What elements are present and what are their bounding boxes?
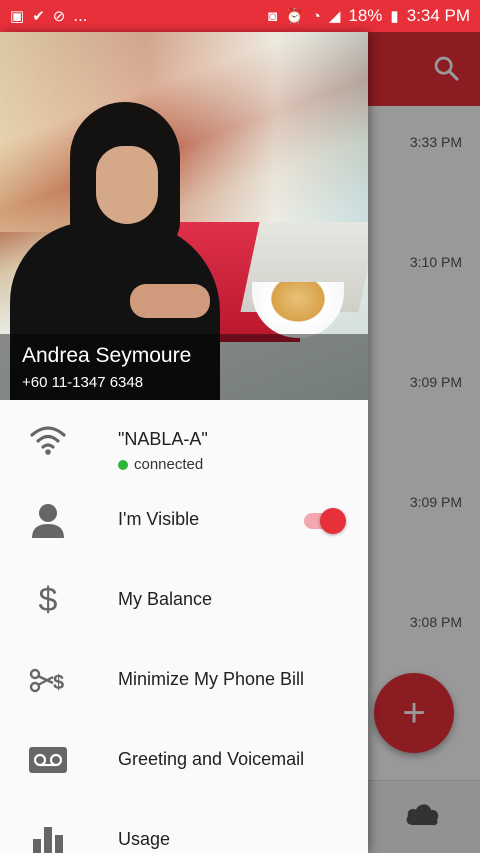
- menu-item-label: My Balance: [118, 589, 213, 609]
- profile-phone-number: +60 11-1347 6348: [22, 374, 144, 391]
- svg-text:$: $: [53, 672, 64, 694]
- wifi-status-text: connected: [134, 456, 204, 473]
- battery-icon: ▮: [390, 7, 399, 25]
- visible-toggle[interactable]: [300, 508, 346, 534]
- drawer-menu: "NABLA-A" connected I'm Visible $ My Bal…: [0, 400, 368, 853]
- status-bar-left: ▣ ✔ ⊘ ...: [10, 6, 88, 26]
- menu-item-label: Greeting and Voicemail: [118, 749, 305, 769]
- android-icon: ◙: [268, 7, 278, 25]
- connected-dot-icon: [118, 459, 128, 470]
- menu-item-label: I'm Visible: [118, 509, 200, 529]
- muted-icon: ⊘: [52, 7, 66, 25]
- menu-item-balance[interactable]: $ My Balance: [0, 560, 368, 640]
- menu-item-label: Minimize My Phone Bill: [118, 669, 305, 689]
- signal-icon: ◢: [328, 7, 341, 25]
- alarm-icon: ⏰: [285, 7, 304, 25]
- profile-photo-face: [96, 146, 158, 224]
- status-bar: ▣ ✔ ⊘ ... ◙ ⏰ ◔ ◢ 18% ▮ 3:34 PM: [0, 0, 480, 32]
- scissors-dollar-icon: $: [28, 660, 68, 700]
- status-bar-right: ◙ ⏰ ◔ ◢ 18% ▮ 3:34 PM: [268, 6, 470, 26]
- status-time: 3:34 PM: [406, 6, 470, 25]
- menu-item-label: Usage: [118, 829, 171, 849]
- menu-item-visible[interactable]: I'm Visible: [0, 480, 368, 560]
- wifi-icon: [28, 420, 68, 460]
- drawer-header: Andrea Seymoure +60 11-1347 6348: [0, 32, 368, 400]
- menu-item-minimize-bill[interactable]: $ Minimize My Phone Bill: [0, 640, 368, 720]
- usage-icon: [28, 820, 68, 853]
- gallery-icon: ▣: [10, 7, 25, 25]
- toggle-thumb: [320, 508, 346, 534]
- wifi-status: connected: [118, 456, 203, 473]
- navigation-drawer: Andrea Seymoure +60 11-1347 6348 "NABLA-…: [0, 32, 368, 853]
- voicemail-icon: [28, 740, 68, 780]
- battery-percent: 18%: [348, 6, 383, 25]
- menu-item-usage[interactable]: Usage: [0, 800, 368, 853]
- person-icon: [28, 500, 68, 540]
- profile-name: Andrea Seymoure: [22, 344, 192, 367]
- menu-item-wifi[interactable]: "NABLA-A" connected: [0, 400, 368, 480]
- dollar-icon: $: [38, 580, 58, 619]
- wifi-status-icon: ◔: [311, 7, 321, 25]
- menu-item-label: "NABLA-A": [118, 429, 208, 449]
- profile-photo-hands: [130, 284, 210, 318]
- download-done-icon: ✔: [32, 7, 45, 25]
- status-overflow: ...: [73, 6, 88, 25]
- menu-item-voicemail[interactable]: Greeting and Voicemail: [0, 720, 368, 800]
